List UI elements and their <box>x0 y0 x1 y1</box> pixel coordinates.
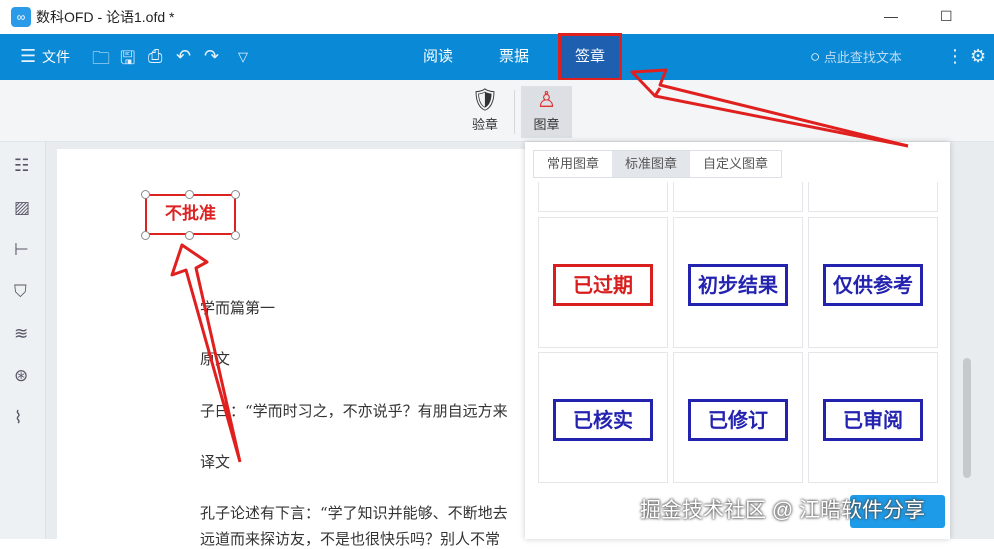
tab-read[interactable]: 阅读 <box>423 34 453 80</box>
watermark: 掘金技术社区 @ 江晧软件分享 <box>640 499 925 522</box>
stamp-cell[interactable] <box>673 182 803 212</box>
resize-handle[interactable] <box>185 231 194 240</box>
verify-stamp-button[interactable]: 🛡 验章 <box>461 86 509 138</box>
print-icon[interactable]: ⎙ <box>148 46 162 67</box>
doc-line: 原文 <box>200 350 231 368</box>
stamp-cell[interactable]: 已审阅 <box>808 352 938 483</box>
more-dropdown-icon[interactable]: ▽ <box>238 49 248 65</box>
image-stamp-button[interactable]: ♙ 图章 <box>521 86 572 138</box>
stamp-cell[interactable]: 仅供参考 <box>808 217 938 348</box>
undo-icon[interactable]: ↶ <box>176 46 191 67</box>
search-icon: ○ <box>810 47 821 66</box>
open-folder-icon[interactable]: 🗀 <box>92 46 110 76</box>
search-placeholder: 点此查找文本 <box>823 50 902 65</box>
ribbon: 🛡 验章 ♙ 图章 <box>0 80 994 142</box>
resize-handle[interactable] <box>185 190 194 199</box>
stamp-cell[interactable]: 初步结果 <box>673 217 803 348</box>
resize-handle[interactable] <box>231 231 240 240</box>
placed-stamp[interactable]: 不批准 <box>145 194 236 235</box>
doc-line: 译文 <box>200 453 231 471</box>
layers-icon[interactable]: ≋ <box>14 324 28 344</box>
tab-invoice[interactable]: 票据 <box>499 34 529 80</box>
tab-common-stamps[interactable]: 常用图章 <box>534 151 613 177</box>
stamp-verified: 已核实 <box>553 399 653 441</box>
stamp-expired: 已过期 <box>553 264 653 306</box>
stamp-reviewed: 已审阅 <box>823 399 923 441</box>
stamp-label: 图章 <box>533 117 560 132</box>
file-menu[interactable]: 文件 <box>42 34 70 80</box>
stamp-cell[interactable] <box>538 182 668 212</box>
document-page <box>57 149 587 539</box>
minimize-button[interactable]: — <box>884 8 898 24</box>
shield-check-icon: 🛡 <box>471 87 499 112</box>
tab-custom-stamps[interactable]: 自定义图章 <box>690 151 782 177</box>
window-title: 数科OFD - 论语1.ofd * <box>36 9 175 25</box>
menu-icon[interactable]: ☰ <box>20 46 36 67</box>
attachment-icon[interactable]: ⌇ <box>14 408 22 428</box>
title-bar: ∞ 数科OFD - 论语1.ofd * — ☐ <box>0 0 994 34</box>
app-logo-icon: ∞ <box>11 7 31 27</box>
verify-label: 验章 <box>471 117 498 132</box>
tree-icon[interactable]: ⊢ <box>14 240 29 260</box>
stamp-cell[interactable]: 已核实 <box>538 352 668 483</box>
image-icon[interactable]: ▨ <box>14 198 30 218</box>
redo-icon[interactable]: ↷ <box>204 46 219 67</box>
stamp-cell[interactable]: 已修订 <box>673 352 803 483</box>
left-sidebar: ☷ ▨ ⊢ ⛉ ≋ ⊛ ⌇ <box>0 142 46 539</box>
stamp-preliminary: 初步结果 <box>688 264 788 306</box>
outline-icon[interactable]: ☷ <box>14 156 29 176</box>
tab-standard-stamps[interactable]: 标准图章 <box>612 151 691 177</box>
star-circle-icon[interactable]: ⊛ <box>14 366 28 386</box>
doc-line: 孔子论述有下言：“学了知识并能够、不断地去 <box>200 504 508 522</box>
stamp-panel: 常用图章 标准图章 自定义图章 已过期 初步结果 仅供参考 已核实 已修订 已审… <box>525 142 950 539</box>
gear-icon[interactable]: ⚙ <box>970 46 986 67</box>
main-toolbar: ☰ 文件 🗀 🖫 ⎙ ↶ ↷ ▽ 阅读 票据 签章 ○ 点此查找文本 ⋮ ⚙ <box>0 33 994 81</box>
stamp-revised: 已修订 <box>688 399 788 441</box>
stamp-reference-only: 仅供参考 <box>823 264 923 306</box>
bookmark-icon[interactable]: ⛉ <box>14 282 27 302</box>
doc-line: 子曰：“学而时习之，不亦说乎？有朋自远方来 <box>200 402 508 420</box>
resize-handle[interactable] <box>141 190 150 199</box>
search-input[interactable]: ○ 点此查找文本 <box>810 34 902 80</box>
stamp-tabs: 常用图章 标准图章 自定义图章 <box>533 150 783 178</box>
stamp-icon: ♙ <box>536 87 557 112</box>
doc-line: 学而篇第一 <box>200 299 276 317</box>
maximize-button[interactable]: ☐ <box>940 8 953 25</box>
stamp-cell[interactable] <box>808 182 938 212</box>
resize-handle[interactable] <box>141 231 150 240</box>
more-vertical-icon[interactable]: ⋮ <box>946 46 964 67</box>
panel-scrollbar[interactable] <box>963 358 971 478</box>
divider <box>514 90 515 134</box>
save-icon[interactable]: 🖫 <box>120 46 135 76</box>
resize-handle[interactable] <box>231 190 240 199</box>
tab-signature[interactable]: 签章 <box>557 33 623 81</box>
stamp-cell[interactable]: 已过期 <box>538 217 668 348</box>
